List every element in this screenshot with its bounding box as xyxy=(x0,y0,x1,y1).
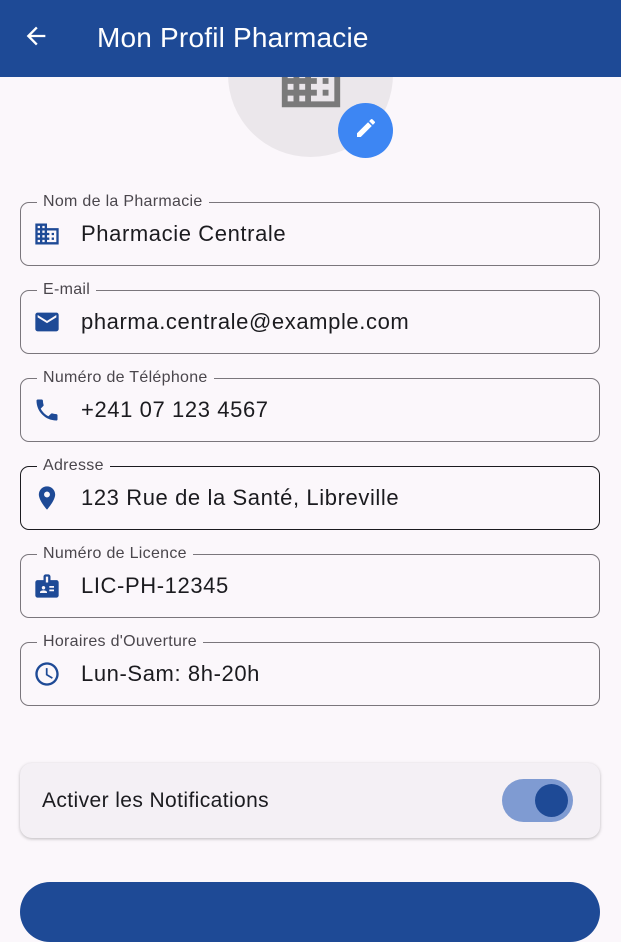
license-field[interactable]: Numéro de Licence LIC-PH-12345 xyxy=(20,544,600,618)
phone-field[interactable]: Numéro de Téléphone +241 07 123 4567 xyxy=(20,368,600,442)
pharmacy-name-field[interactable]: Nom de la Pharmacie Pharmacie Centrale xyxy=(20,192,600,266)
opening-hours-field[interactable]: Horaires d'Ouverture Lun-Sam: 8h-20h xyxy=(20,632,600,706)
pharmacy-name-input[interactable]: Pharmacie Centrale xyxy=(81,203,585,264)
phone-input[interactable]: +241 07 123 4567 xyxy=(81,379,585,440)
page-title: Mon Profil Pharmacie xyxy=(97,22,369,53)
email-field[interactable]: E-mail pharma.centrale@example.com xyxy=(20,280,600,354)
address-input[interactable]: 123 Rue de la Santé, Libreville xyxy=(81,467,585,528)
badge-icon xyxy=(33,572,61,600)
address-field[interactable]: Adresse 123 Rue de la Santé, Libreville xyxy=(20,456,600,530)
notifications-toggle[interactable] xyxy=(502,779,573,822)
notifications-label: Activer les Notifications xyxy=(42,789,270,812)
clock-icon xyxy=(33,660,61,688)
license-input[interactable]: LIC-PH-12345 xyxy=(81,555,585,616)
notifications-card: Activer les Notifications xyxy=(20,763,600,838)
phone-icon xyxy=(33,396,61,424)
arrow-back-icon xyxy=(22,22,50,55)
app-bar: Mon Profil Pharmacie xyxy=(0,0,621,77)
back-button[interactable] xyxy=(16,18,56,58)
save-button[interactable] xyxy=(20,882,600,942)
location-pin-icon xyxy=(33,484,61,512)
email-input[interactable]: pharma.centrale@example.com xyxy=(81,291,585,352)
pencil-icon xyxy=(354,116,378,145)
building-icon xyxy=(33,220,61,248)
opening-hours-input[interactable]: Lun-Sam: 8h-20h xyxy=(81,643,585,704)
edit-avatar-button[interactable] xyxy=(338,103,393,158)
mail-icon xyxy=(33,308,61,336)
toggle-thumb xyxy=(535,784,568,817)
